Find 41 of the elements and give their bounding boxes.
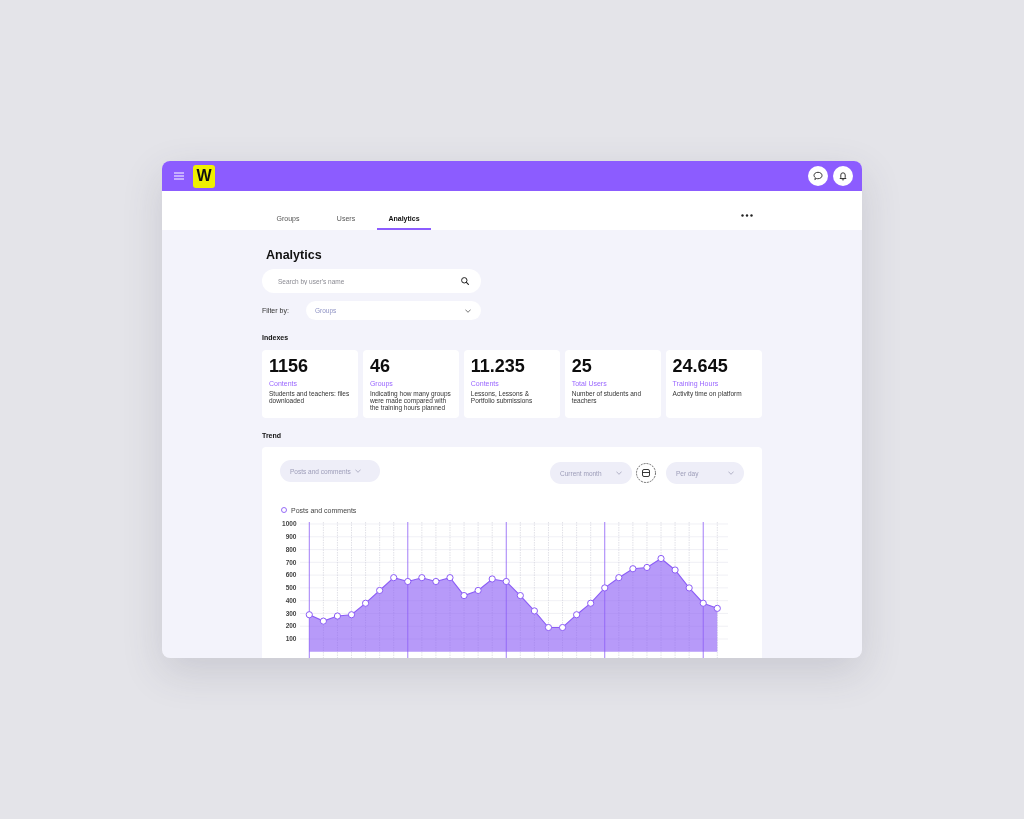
data-point bbox=[671, 566, 679, 574]
data-point bbox=[516, 591, 524, 600]
data-point bbox=[460, 591, 468, 600]
search-icon[interactable] bbox=[461, 277, 469, 285]
data-point bbox=[558, 623, 567, 632]
data-point bbox=[713, 604, 721, 612]
data-point bbox=[643, 563, 651, 572]
data-point bbox=[657, 554, 665, 563]
chevron-down-icon bbox=[728, 471, 734, 475]
data-point bbox=[418, 574, 426, 582]
data-point bbox=[587, 599, 595, 607]
data-point bbox=[530, 607, 538, 615]
index-value: 24.645 bbox=[672, 357, 728, 375]
data-point bbox=[685, 584, 693, 592]
index-value: 46 bbox=[369, 357, 390, 375]
data-point bbox=[347, 611, 356, 619]
chevron-down-icon bbox=[616, 471, 622, 475]
calendar-icon[interactable] bbox=[636, 463, 656, 483]
data-point bbox=[488, 575, 496, 583]
data-point bbox=[474, 586, 482, 595]
bell-icon[interactable] bbox=[833, 166, 853, 186]
data-point bbox=[544, 623, 553, 632]
index-value: 1156 bbox=[269, 357, 309, 375]
data-point bbox=[573, 611, 581, 619]
speech-bubble-icon[interactable] bbox=[808, 166, 828, 186]
data-point bbox=[333, 612, 342, 620]
data-point bbox=[362, 599, 370, 607]
data-point bbox=[432, 577, 440, 586]
data-point bbox=[615, 574, 623, 582]
data-point bbox=[446, 574, 454, 582]
data-point bbox=[319, 617, 327, 625]
data-point bbox=[390, 574, 398, 582]
chevron-down-icon bbox=[354, 469, 361, 473]
logo: W bbox=[193, 164, 215, 188]
index-value: 25 bbox=[571, 357, 592, 375]
data-point bbox=[376, 586, 384, 595]
chevron-down-icon bbox=[465, 308, 471, 313]
index-value: 11.235 bbox=[470, 357, 525, 375]
more-icon[interactable] bbox=[741, 213, 753, 217]
data-point bbox=[629, 565, 637, 573]
page-title: Analytics bbox=[266, 248, 322, 262]
